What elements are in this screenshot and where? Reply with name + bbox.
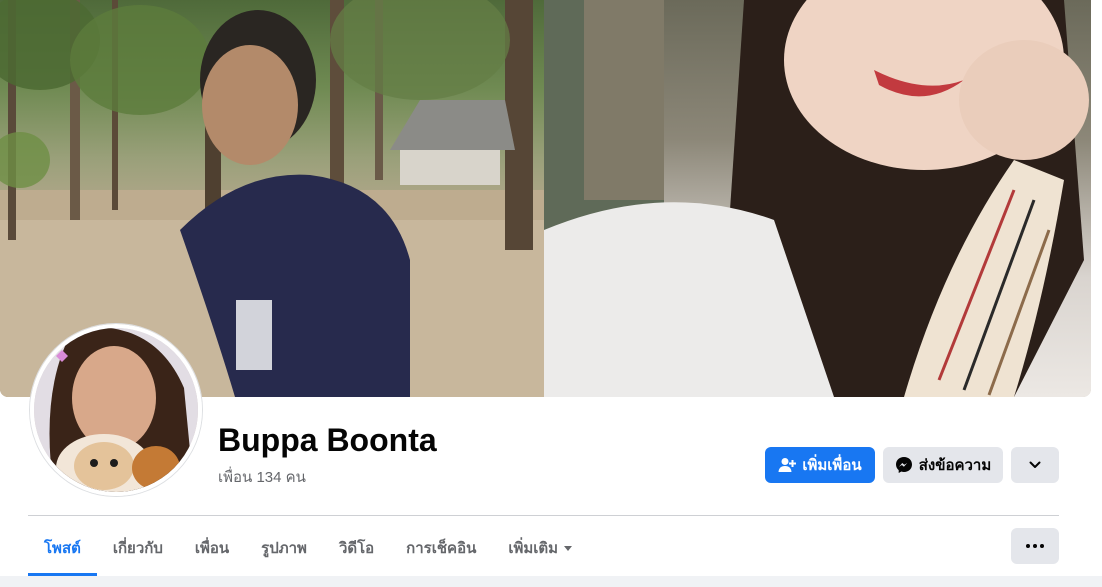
messenger-icon <box>895 456 913 474</box>
tab-posts[interactable]: โพสต์ <box>28 520 97 576</box>
add-friend-label: เพิ่มเพื่อน <box>802 457 862 474</box>
tab-label: เพิ่มเติม <box>508 540 559 557</box>
tab-friends[interactable]: เพื่อน <box>179 520 245 576</box>
profile-options-button[interactable] <box>1011 447 1059 483</box>
more-dots-icon <box>1040 544 1044 548</box>
profile-tabs: โพสต์ เกี่ยวกับ เพื่อน รูปภาพ วิดีโอ การ… <box>28 520 588 576</box>
friends-count[interactable]: เพื่อน 134 คน <box>218 465 306 489</box>
more-dots-icon <box>1026 544 1030 548</box>
tab-label: เกี่ยวกับ <box>112 540 163 557</box>
message-label: ส่งข้อความ <box>918 457 992 474</box>
person-plus-icon <box>778 457 797 473</box>
chevron-down-icon <box>1029 461 1041 469</box>
tab-label: รูปภาพ <box>261 540 307 557</box>
tab-videos[interactable]: วิดีโอ <box>323 520 390 576</box>
caret-down-icon <box>564 545 573 551</box>
profile-avatar[interactable] <box>30 324 202 496</box>
tab-checkins[interactable]: การเช็คอิน <box>390 520 492 576</box>
tab-label: เพื่อน <box>194 540 230 557</box>
header-divider <box>28 515 1059 516</box>
cover-photo-right-image <box>544 0 1091 397</box>
more-dots-icon <box>1033 544 1037 548</box>
tab-photos[interactable]: รูปภาพ <box>245 520 323 576</box>
tab-label: วิดีโอ <box>338 540 375 557</box>
tab-about[interactable]: เกี่ยวกับ <box>97 520 179 576</box>
add-friend-button[interactable]: เพิ่มเพื่อน <box>765 447 875 483</box>
feed-background <box>0 576 1102 587</box>
message-button[interactable]: ส่งข้อความ <box>883 447 1003 483</box>
profile-name: Buppa Boonta <box>218 422 437 458</box>
tab-label: การเช็คอิน <box>406 540 477 557</box>
profile-page: Buppa Boonta เพื่อน 134 คน เพิ่มเพื่อน ส… <box>0 0 1102 587</box>
more-options-button[interactable] <box>1011 528 1059 564</box>
tab-label: โพสต์ <box>44 540 81 557</box>
tab-more[interactable]: เพิ่มเติม <box>492 520 588 576</box>
